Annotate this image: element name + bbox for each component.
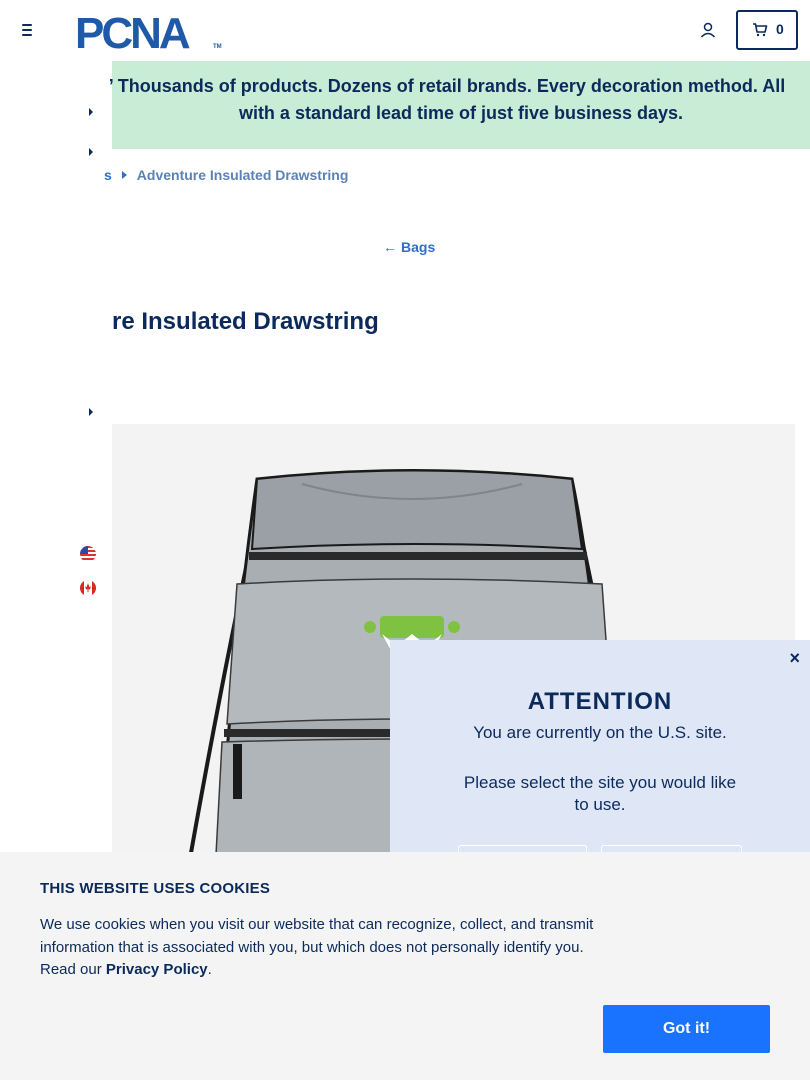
side-nav-arrow-1-icon[interactable] bbox=[86, 106, 96, 118]
product-title: re Insulated Drawstring bbox=[112, 308, 379, 335]
breadcrumb: s Adventure Insulated Drawstring bbox=[104, 167, 348, 183]
back-arrow-icon: ← bbox=[383, 239, 397, 255]
side-nav-arrow-3-icon[interactable] bbox=[86, 406, 96, 418]
breadcrumb-parent-link[interactable]: s bbox=[104, 167, 112, 183]
banner-line-1: ’ Thousands of products. Dozens of retai… bbox=[108, 76, 786, 96]
side-nav-arrow-2-icon[interactable] bbox=[86, 146, 96, 158]
svg-text:TM: TM bbox=[213, 44, 222, 50]
banner-line-2: with a standard lead time of just five b… bbox=[238, 103, 684, 123]
privacy-policy-link[interactable]: Privacy Policy bbox=[106, 961, 208, 978]
attention-message: You are currently on the U.S. site. bbox=[473, 723, 727, 742]
us-flag-icon[interactable] bbox=[80, 546, 96, 562]
back-link-label: Bags bbox=[401, 239, 436, 255]
cart-icon bbox=[753, 23, 768, 37]
site-header: PCNA TM 0 bbox=[0, 0, 810, 61]
cookie-title: THIS WEBSITE USES COOKIES bbox=[40, 880, 271, 897]
pcna-logo[interactable]: PCNA TM bbox=[75, 10, 225, 52]
breadcrumb-current: Adventure Insulated Drawstring bbox=[136, 167, 349, 183]
hamburger-menu-icon[interactable] bbox=[16, 20, 40, 40]
account-icon[interactable] bbox=[698, 20, 718, 40]
attention-title: ATTENTION bbox=[527, 688, 673, 715]
got-it-button[interactable]: Got it! bbox=[603, 1005, 770, 1053]
cart-button[interactable]: 0 bbox=[736, 10, 798, 50]
back-to-bags-link[interactable]: ← Bags bbox=[383, 239, 435, 255]
cookie-period: . bbox=[207, 961, 212, 978]
promo-banner: ’ Thousands of products. Dozens of retai… bbox=[109, 61, 810, 149]
canada-flag-icon[interactable] bbox=[80, 580, 96, 596]
cookie-text: We use cookies when you visit our websit… bbox=[40, 914, 605, 982]
close-icon[interactable]: × bbox=[789, 648, 800, 669]
svg-text:PCNA: PCNA bbox=[75, 10, 190, 52]
attention-question: Please select the site you would like to… bbox=[463, 773, 737, 814]
cart-count: 0 bbox=[776, 21, 784, 37]
breadcrumb-separator-icon bbox=[121, 171, 127, 179]
cookie-banner: THIS WEBSITE USES COOKIES We use cookies… bbox=[0, 852, 810, 1080]
